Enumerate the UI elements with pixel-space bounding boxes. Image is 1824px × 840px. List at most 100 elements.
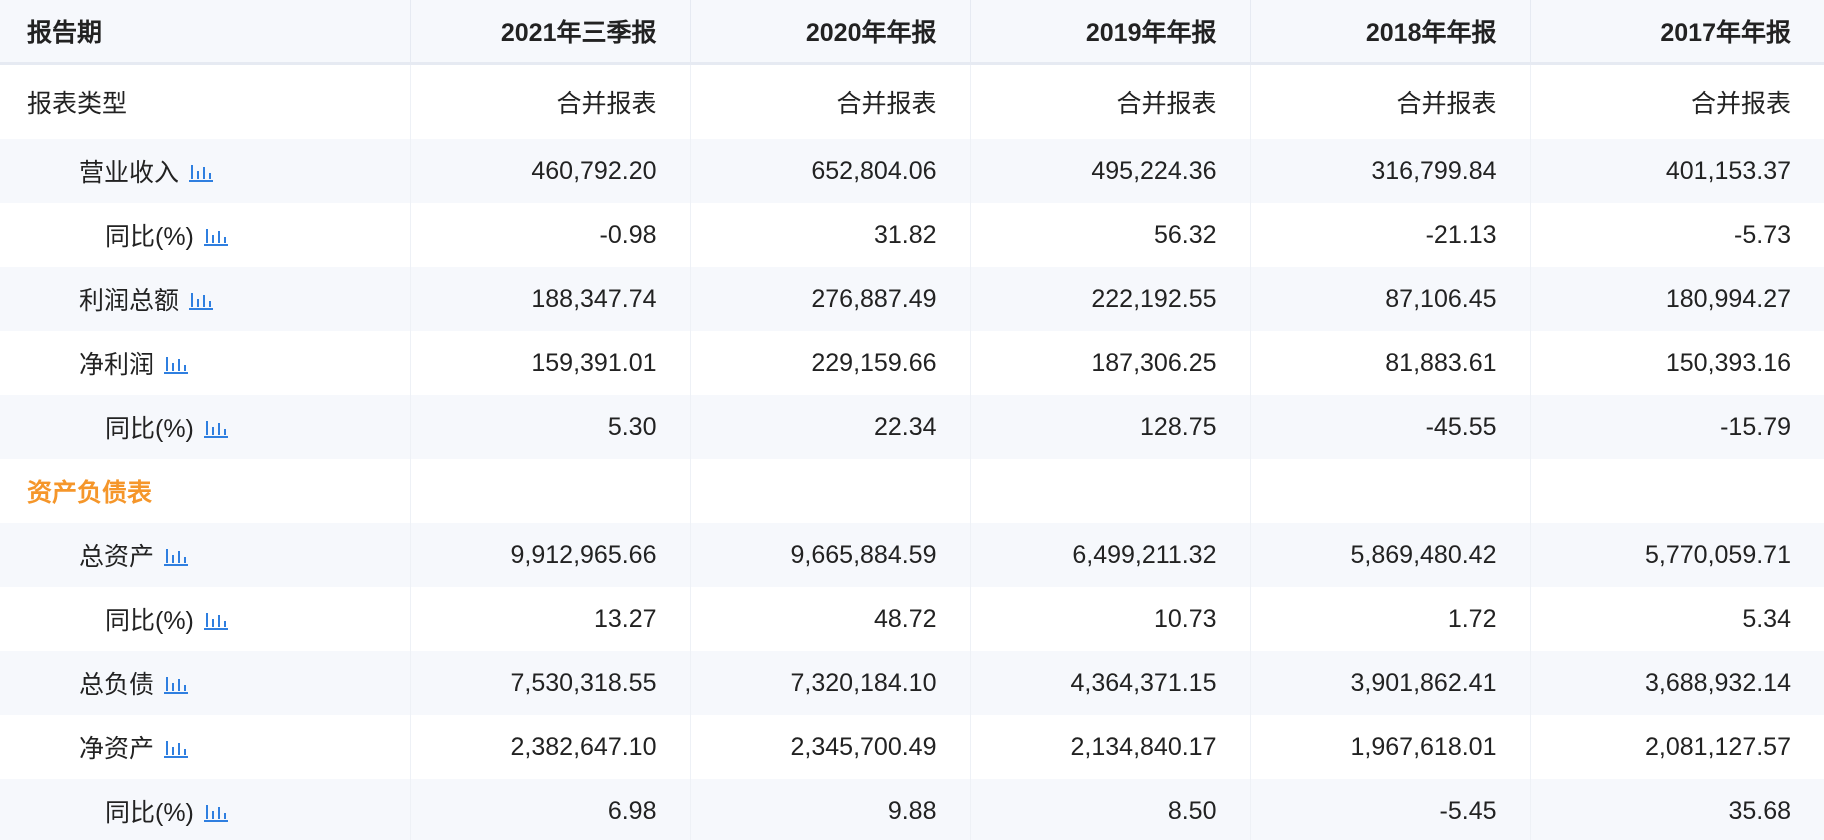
row-label-cell: 净利润 (0, 331, 411, 395)
row-label-cell: 同比(%) (0, 779, 411, 840)
row-label: 营业收入 (79, 159, 180, 187)
row-label-cell: 同比(%) (0, 203, 411, 267)
row-label-cell: 净资产 (0, 715, 411, 779)
table-row-net-profit: 净利润 159,391.01 229,159.66 187,306.25 81,… (0, 331, 1824, 395)
table-cell: 81,883.61 (1250, 331, 1531, 395)
table-cell: 35.68 (1530, 779, 1824, 840)
table-cell: 10.73 (970, 587, 1251, 651)
table-cell: 180,994.27 (1530, 267, 1824, 331)
table-cell: -0.98 (410, 203, 691, 267)
table-cell: 9.88 (690, 779, 971, 840)
row-label-cell: 利润总额 (0, 267, 411, 331)
table-row-revenue-yoy: 同比(%) -0.98 31.82 56.32 -21.13 -5.73 (0, 203, 1824, 267)
bar-chart-icon[interactable] (189, 289, 214, 311)
table-cell: 3,688,932.14 (1530, 651, 1824, 715)
row-label-cell: 同比(%) (0, 587, 411, 651)
section-row-balance-sheet: 资产负债表 (0, 459, 1824, 523)
bar-chart-icon[interactable] (189, 161, 214, 183)
header-period[interactable]: 2021年三季报 (410, 0, 691, 65)
table-cell: 2,134,840.17 (970, 715, 1251, 779)
report-type-value: 合并报表 (690, 63, 971, 139)
bar-chart-icon[interactable] (164, 545, 189, 567)
row-label: 利润总额 (79, 287, 180, 315)
table-cell: 460,792.20 (410, 139, 691, 203)
table-cell: 128.75 (970, 395, 1251, 459)
table-cell: 187,306.25 (970, 331, 1251, 395)
report-type-row: 报表类型 合并报表 合并报表 合并报表 合并报表 合并报表 (0, 63, 1824, 139)
table-cell: 652,804.06 (690, 139, 971, 203)
table-cell: 2,345,700.49 (690, 715, 971, 779)
table-cell: 188,347.74 (410, 267, 691, 331)
table-cell: 2,382,647.10 (410, 715, 691, 779)
table-cell: 5.34 (1742, 604, 1791, 633)
table-row-net-assets: 净资产 2,382,647.10 2,345,700.49 2,134,840.… (0, 715, 1824, 779)
table-row-total-assets-yoy: 同比(%) 13.27 48.72 10.73 1.72 5.34 (0, 587, 1824, 651)
table-cell: 316,799.84 (1250, 139, 1531, 203)
report-type-value: 合并报表 (1250, 63, 1531, 139)
table-body: 报表类型 合并报表 合并报表 合并报表 合并报表 合并报表 营业收入 460,7… (0, 63, 1824, 840)
header-period[interactable]: 2018年年报 (1250, 0, 1531, 65)
table-row-net-profit-yoy: 同比(%) 5.30 22.34 128.75 -45.55 -15.79 (0, 395, 1824, 459)
bar-chart-icon[interactable] (203, 609, 228, 631)
bar-chart-icon[interactable] (164, 673, 189, 695)
table-row-revenue: 营业收入 460,792.20 652,804.06 495,224.36 31… (0, 139, 1824, 203)
header-period[interactable]: 2019年年报 (970, 0, 1251, 65)
table-cell: 229,159.66 (690, 331, 971, 395)
table-cell: 5,869,480.42 (1250, 523, 1531, 587)
table-cell: 401,153.37 (1530, 139, 1824, 203)
row-label: 同比(%) (105, 799, 194, 827)
financial-summary-table: 报告期 2021年三季报 2020年年报 2019年年报 2018年年报 201… (0, 0, 1824, 840)
table-row-total-assets: 总资产 9,912,965.66 9,665,884.59 6,499,211.… (0, 523, 1824, 587)
row-label: 净资产 (79, 735, 155, 763)
table-cell: 5,770,059.71 (1530, 523, 1824, 587)
row-label-cell: 总负债 (0, 651, 411, 715)
table-cell: -21.13 (1250, 203, 1531, 267)
bar-chart-icon[interactable] (203, 225, 228, 247)
table-cell: 1.72 (1250, 587, 1531, 651)
table-cell: 6.98 (410, 779, 691, 840)
table-cell: 2,081,127.57 (1645, 732, 1791, 761)
table-cell: 222,192.55 (970, 267, 1251, 331)
table-cell: 1,967,618.01 (1250, 715, 1531, 779)
row-label: 同比(%) (105, 223, 194, 251)
table-cell: 7,530,318.55 (410, 651, 691, 715)
table-cell: 56.32 (970, 203, 1251, 267)
header-period-label: 报告期 (0, 0, 411, 65)
table-cell: -5.45 (1250, 779, 1531, 840)
bar-chart-icon[interactable] (203, 801, 228, 823)
table-cell: 276,887.49 (690, 267, 971, 331)
table-row-total-profit: 利润总额 188,347.74 276,887.49 222,192.55 87… (0, 267, 1824, 331)
table-cell: 13.27 (410, 587, 691, 651)
row-label-cell: 同比(%) (0, 395, 411, 459)
table-row-total-liabilities: 总负债 7,530,318.55 7,320,184.10 4,364,371.… (0, 651, 1824, 715)
table-cell: 6,499,211.32 (970, 523, 1251, 587)
report-type-value: 合并报表 (970, 63, 1251, 139)
table-cell: 150,393.16 (1665, 348, 1791, 377)
header-period[interactable]: 2017年年报 (1530, 0, 1824, 65)
bar-chart-icon[interactable] (164, 353, 189, 375)
table-cell: 495,224.36 (970, 139, 1251, 203)
table-cell: 159,391.01 (410, 331, 691, 395)
bar-chart-icon[interactable] (164, 737, 189, 759)
table-cell: 31.82 (690, 203, 971, 267)
table-cell: -5.73 (1734, 220, 1791, 249)
table-cell: 4,364,371.15 (970, 651, 1251, 715)
row-label-cell: 营业收入 (0, 139, 411, 203)
row-label: 总负债 (79, 671, 155, 699)
table-cell (410, 459, 691, 523)
bar-chart-icon[interactable] (203, 417, 228, 439)
table-cell: 7,320,184.10 (690, 651, 971, 715)
section-title: 资产负债表 (0, 459, 411, 523)
row-label: 总资产 (79, 543, 155, 571)
table-cell (1530, 459, 1824, 523)
header-period[interactable]: 2020年年报 (690, 0, 971, 65)
table-cell (690, 459, 971, 523)
table-cell: 22.34 (690, 395, 971, 459)
table-cell (1250, 459, 1531, 523)
table-cell: 5.30 (410, 395, 691, 459)
table-cell: 3,901,862.41 (1250, 651, 1531, 715)
table-cell (970, 459, 1251, 523)
row-label: 同比(%) (105, 415, 194, 443)
row-label-cell: 总资产 (0, 523, 411, 587)
table-cell: 8.50 (970, 779, 1251, 840)
